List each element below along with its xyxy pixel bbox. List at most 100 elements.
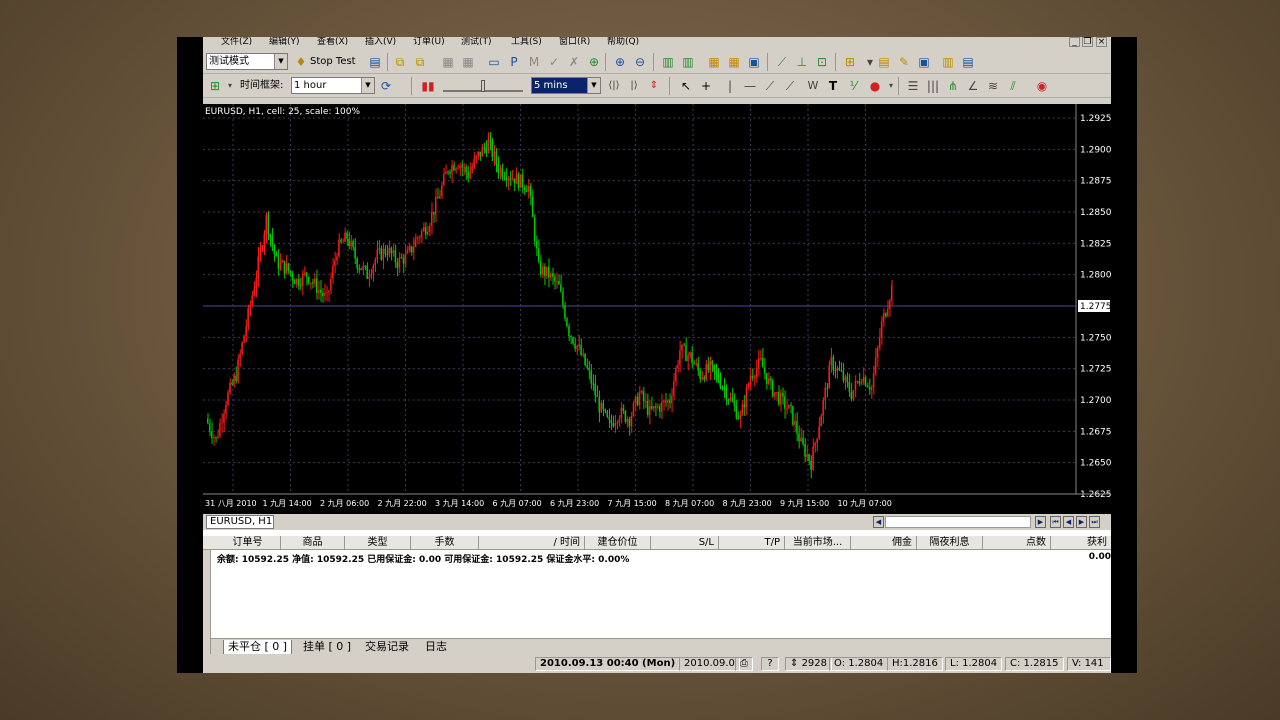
terminal-icon[interactable]: P <box>505 53 523 71</box>
col-symbol[interactable]: 商品 <box>281 536 345 550</box>
menu-test[interactable]: 测试(T) <box>461 37 492 48</box>
tile-windows-icon[interactable]: ▦ <box>705 53 723 71</box>
candle-body <box>473 158 475 167</box>
periods-icon[interactable]: ☰ <box>904 77 922 95</box>
autoscroll-icon[interactable]: ⊕ <box>585 53 603 71</box>
stop-test-button[interactable]: Stop Test <box>310 53 356 71</box>
col-market-price[interactable]: 当前市场... <box>785 536 851 550</box>
text-w-icon[interactable]: W <box>804 77 822 95</box>
zoom-out-icon[interactable]: ⊖ <box>631 53 649 71</box>
next-icon[interactable]: ▶ <box>1076 516 1087 528</box>
new-chart-icon[interactable]: ⧉ <box>391 53 409 71</box>
navigator-icon[interactable]: ▭ <box>485 53 503 71</box>
menu-file[interactable]: 文件(Z) <box>221 37 252 48</box>
scroll-right-icon[interactable]: ▶ <box>1035 516 1046 528</box>
market-watch-icon[interactable]: ▦ <box>439 53 457 71</box>
channel-icon[interactable]: ⟋ <box>781 77 799 95</box>
bar-chart-icon[interactable]: ▥ <box>659 53 677 71</box>
cancel-icon[interactable]: ✗ <box>565 53 583 71</box>
col-swap[interactable]: 隔夜利息 <box>917 536 983 550</box>
help-icon[interactable]: ? <box>761 657 779 671</box>
line-chart-icon[interactable]: ⟋ <box>773 53 791 71</box>
speed-slider[interactable] <box>443 80 523 92</box>
menu-view[interactable]: 查看(X) <box>317 37 348 48</box>
gann-icon[interactable]: ∠ <box>964 77 982 95</box>
text-label-icon[interactable]: T <box>824 77 842 95</box>
scroll-left-icon[interactable]: ◀ <box>873 516 884 528</box>
print-preview-icon[interactable]: ▤ <box>959 53 977 71</box>
tab-pending-orders[interactable]: 挂单 [ 0 ] <box>303 640 351 654</box>
col-tp[interactable]: T/P <box>719 536 785 550</box>
candle-body <box>624 411 627 422</box>
slider-handle[interactable] <box>481 80 485 92</box>
candle-chart-icon[interactable]: ▥ <box>679 53 697 71</box>
col-time[interactable]: / 时间 <box>479 536 585 550</box>
tab-trade-history[interactable]: 交易记录 <box>365 640 409 654</box>
experts-icon[interactable]: ✎ <box>895 53 913 71</box>
fibonacci-icon[interactable]: ⅟ <box>844 77 862 95</box>
check-icon[interactable]: ✓ <box>545 53 563 71</box>
step-back-icon[interactable]: ⟨|⟩ <box>605 77 623 95</box>
settings-icon[interactable]: ◉ <box>1033 77 1051 95</box>
menu-help[interactable]: 帮助(Q) <box>607 37 639 48</box>
close-icon[interactable]: × <box>1096 37 1107 47</box>
pitchfork-icon[interactable]: ⋔ <box>944 77 962 95</box>
expert-properties-icon[interactable]: ▤ <box>366 53 384 71</box>
menu-order[interactable]: 订单(U) <box>413 37 445 48</box>
autoscroll-chart-icon[interactable]: ⊥ <box>793 53 811 71</box>
last-page-icon[interactable]: ⏭ <box>1089 516 1100 528</box>
menu-insert[interactable]: 插入(V) <box>365 37 396 48</box>
minimize-icon[interactable]: _ <box>1069 37 1080 47</box>
bars-icon[interactable]: ||| <box>924 77 942 95</box>
price-chart[interactable]: 1.2925 1.2900 1.2875 1.2850 1.2825 1.2800 1.27… <box>203 104 1111 514</box>
chart-hscroll[interactable] <box>885 516 1031 528</box>
col-type[interactable]: 类型 <box>345 536 411 550</box>
screenshot-icon[interactable]: ▣ <box>915 53 933 71</box>
tester-icon[interactable]: M <box>525 53 543 71</box>
col-open-price[interactable]: 建仓价位 <box>585 536 651 550</box>
prev-icon[interactable]: ◀ <box>1063 516 1074 528</box>
cursor-icon[interactable]: ↖ <box>677 77 695 95</box>
menu-edit[interactable]: 编辑(Y) <box>269 37 300 48</box>
col-profit[interactable]: 获利 <box>1051 536 1111 550</box>
refresh-icon[interactable]: ⟳ <box>377 77 395 95</box>
candle-body <box>646 401 649 415</box>
skip-to-select[interactable]: 5 mins ▼ <box>531 77 601 94</box>
col-lots[interactable]: 手数 <box>411 536 479 550</box>
dropdown-icon[interactable]: ▾ <box>221 77 239 95</box>
arc-icon[interactable]: ⫽ <box>1004 77 1022 95</box>
first-page-icon[interactable]: ⏮ <box>1050 516 1061 528</box>
tab-open-positions[interactable]: 未平仓 [ 0 ] <box>223 640 293 655</box>
crosshair-icon[interactable]: + <box>697 77 715 95</box>
restore-icon[interactable]: ❐ <box>1082 37 1093 47</box>
chart-shift-icon[interactable]: ▣ <box>745 53 763 71</box>
profiles-icon[interactable]: ⧉ <box>411 53 429 71</box>
cascade-icon[interactable]: ▦ <box>725 53 743 71</box>
pause-icon[interactable]: ▮▮ <box>419 77 437 95</box>
chart-tab-eurusd[interactable]: EURUSD, H1 <box>206 515 274 529</box>
col-order[interactable]: 订单号 <box>215 536 281 550</box>
indicators-icon[interactable]: ⊞ <box>841 53 859 71</box>
menu-tools[interactable]: 工具(S) <box>511 37 542 48</box>
history-center-icon[interactable]: ▥ <box>939 53 957 71</box>
candle-body <box>410 246 413 253</box>
templates-icon[interactable]: ▤ <box>875 53 893 71</box>
grid-toggle-icon[interactable]: ⊡ <box>813 53 831 71</box>
toolbar-tester: ⊞ ▾ 时间框架: 1 hour ▼ ⟳ ▮▮ 5 mins ▼ ⟨|⟩ |⟩ … <box>203 74 1111 98</box>
step-forward-icon[interactable]: ⇕ <box>645 77 663 95</box>
vertical-line-icon[interactable]: | <box>721 77 739 95</box>
horizontal-line-icon[interactable]: — <box>741 77 759 95</box>
tab-journal[interactable]: 日志 <box>425 640 447 654</box>
printer-icon[interactable]: ⎙ <box>735 657 753 671</box>
timeframe-select[interactable]: 1 hour ▼ <box>291 77 375 94</box>
zoom-in-icon[interactable]: ⊕ <box>611 53 629 71</box>
trendline-icon[interactable]: ⟋ <box>761 77 779 95</box>
fibo-fan-icon[interactable]: ≋ <box>984 77 1002 95</box>
step-icon[interactable]: |⟩ <box>625 77 643 95</box>
col-sl[interactable]: S/L <box>651 536 719 550</box>
data-window-icon[interactable]: ▦ <box>459 53 477 71</box>
col-points[interactable]: 点数 <box>983 536 1051 550</box>
menu-window[interactable]: 窗口(R) <box>559 37 590 48</box>
mode-select[interactable]: 测试模式 ▼ <box>206 53 288 70</box>
col-commission[interactable]: 佣金 <box>851 536 917 550</box>
